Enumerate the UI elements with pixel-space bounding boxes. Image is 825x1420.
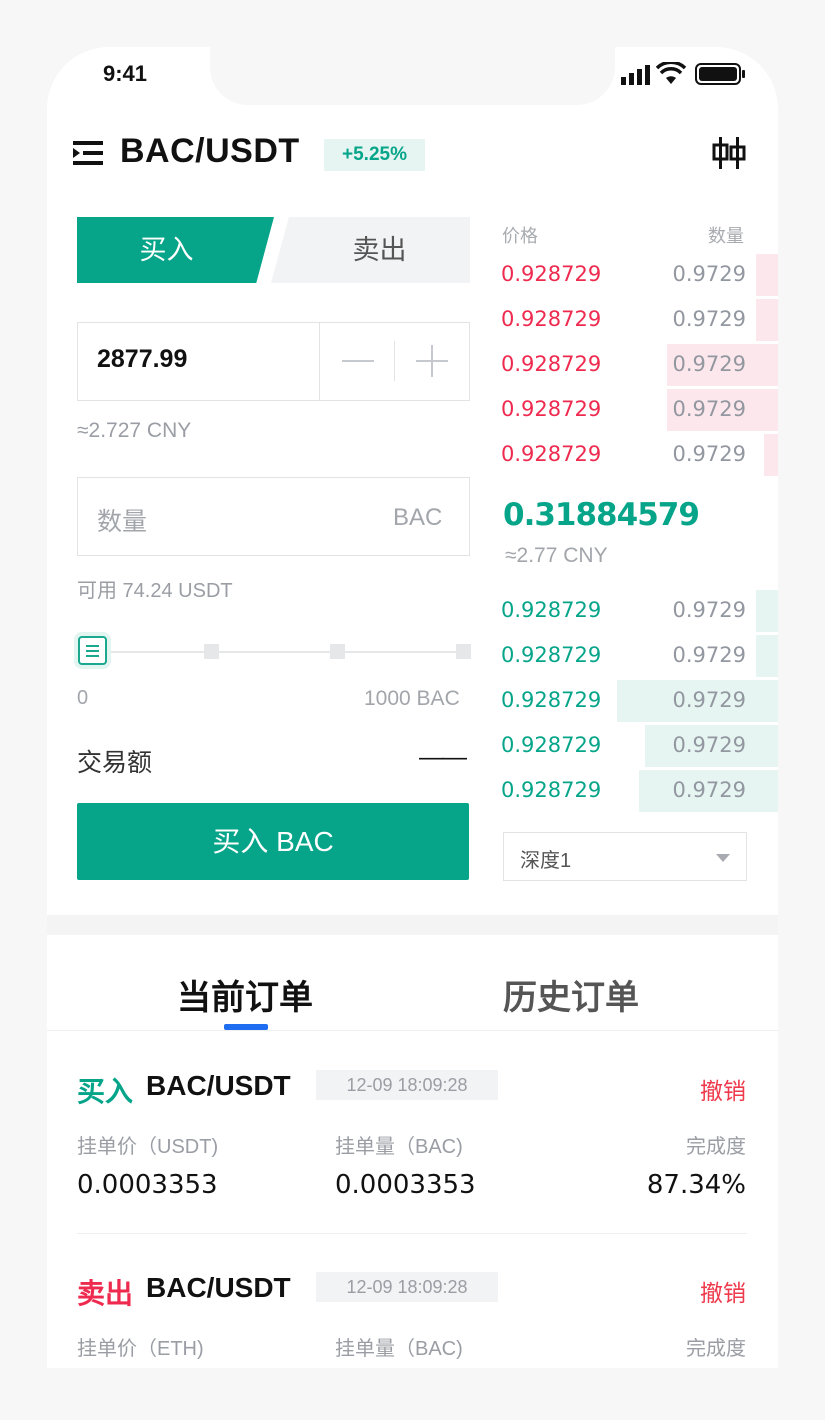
candlestick-icon[interactable] <box>712 137 746 169</box>
section-gap <box>47 915 778 935</box>
order-progress-label: 完成度 <box>686 1136 746 1158</box>
tab-history-orders[interactable]: 历史订单 <box>503 970 639 1019</box>
slider-tick[interactable] <box>330 644 345 659</box>
orderbook-price: 0.928729 <box>501 733 602 757</box>
app-screen: 9:41 BAC/USDT +5.25% 买入 卖出 2877.99 ≈2.72… <box>47 47 778 1368</box>
orderbook-qty: 0.9729 <box>672 643 746 667</box>
order-progress-label: 完成度 <box>686 1338 746 1360</box>
orderbook-qty: 0.9729 <box>672 598 746 622</box>
orderbook-qty-header: 数量 <box>708 226 744 246</box>
orderbook-row[interactable]: 0.928729 0.9729 <box>500 344 778 386</box>
pair-title[interactable]: BAC/USDT <box>120 132 300 171</box>
order-side: 卖出 <box>77 1278 134 1309</box>
orderbook-qty: 0.9729 <box>672 262 746 286</box>
minus-button[interactable] <box>322 325 392 397</box>
status-time: 9:41 <box>103 61 148 86</box>
menu-icon[interactable] <box>73 141 103 165</box>
orderbook-row[interactable]: 0.928729 0.9729 <box>500 389 778 431</box>
depth-select-value[interactable]: 深度1 <box>520 844 571 873</box>
slider-min-label: 0 <box>77 687 89 709</box>
depth-bar <box>755 590 778 632</box>
trade-amount-label: 交易额 <box>77 749 153 777</box>
order-progress-value: 87.34% <box>646 1170 746 1200</box>
depth-bar <box>755 299 778 341</box>
battery-icon <box>695 63 745 85</box>
order-qty-value: 0.0003353 <box>335 1170 476 1200</box>
orderbook-row[interactable]: 0.928729 0.9729 <box>500 725 778 767</box>
chevron-down-icon[interactable] <box>716 854 730 862</box>
cancel-order-button[interactable]: 撤销 <box>700 1072 746 1106</box>
amount-placeholder[interactable]: 数量 <box>97 502 147 538</box>
order-price-label: 挂单价（USDT) <box>77 1136 219 1158</box>
order-qty-label: 挂单量（BAC) <box>335 1136 463 1158</box>
order-side: 买入 <box>77 1076 134 1107</box>
divider <box>47 1030 778 1031</box>
order-price-value: 0.0003353 <box>77 1170 218 1200</box>
order-time: 12-09 18:09:28 <box>316 1272 498 1302</box>
divider <box>319 323 320 400</box>
orderbook-row[interactable]: 0.928729 0.9729 <box>500 254 778 296</box>
orderbook-qty: 0.9729 <box>672 307 746 331</box>
orderbook-qty: 0.9729 <box>672 688 746 712</box>
orderbook-row[interactable]: 0.928729 0.9729 <box>500 299 778 341</box>
last-price-cny: ≈2.77 CNY <box>505 544 608 567</box>
order-pair: BAC/USDT <box>146 1272 291 1303</box>
orderbook-row[interactable]: 0.928729 0.9729 <box>500 770 778 812</box>
phone-frame: 9:41 BAC/USDT +5.25% 买入 卖出 2877.99 ≈2.72… <box>0 0 825 1420</box>
tab-current-orders[interactable]: 当前订单 <box>177 970 313 1019</box>
orderbook-price: 0.928729 <box>501 643 602 667</box>
amount-unit: BAC <box>393 504 443 531</box>
order-price-label: 挂单价（ETH) <box>77 1338 204 1360</box>
orderbook-price: 0.928729 <box>501 397 602 421</box>
orderbook-price-header: 价格 <box>502 226 538 246</box>
slider-tick[interactable] <box>456 644 471 659</box>
orderbook-qty: 0.9729 <box>672 397 746 421</box>
orderbook-price: 0.928729 <box>501 262 602 286</box>
wifi-icon <box>656 62 686 84</box>
depth-bar <box>755 635 778 677</box>
equals-icon <box>86 645 99 657</box>
signal-icon <box>621 65 650 85</box>
orderbook-row[interactable]: 0.928729 0.9729 <box>500 635 778 677</box>
order-qty-label: 挂单量（BAC) <box>335 1338 463 1360</box>
price-cny-equivalent: ≈2.727 CNY <box>77 419 192 442</box>
slider-thumb[interactable] <box>78 636 107 665</box>
orderbook-row[interactable]: 0.928729 0.9729 <box>500 680 778 722</box>
plus-button[interactable] <box>397 325 467 397</box>
divider <box>77 1233 747 1234</box>
last-price: 0.31884579 <box>503 497 700 533</box>
orderbook-qty: 0.9729 <box>672 778 746 802</box>
orderbook-price: 0.928729 <box>501 442 602 466</box>
trade-amount-value: —— <box>419 743 467 771</box>
slider-max-label: 1000 BAC <box>364 687 460 710</box>
depth-bar <box>764 434 778 476</box>
change-badge: +5.25% <box>324 139 425 171</box>
orderbook-row[interactable]: 0.928729 0.9729 <box>500 434 778 476</box>
divider <box>394 341 395 381</box>
orderbook-price: 0.928729 <box>501 352 602 376</box>
available-balance: 可用 74.24 USDT <box>77 580 233 602</box>
notch <box>210 47 615 105</box>
orderbook-qty: 0.9729 <box>672 733 746 757</box>
orderbook-price: 0.928729 <box>501 598 602 622</box>
cancel-order-button[interactable]: 撤销 <box>700 1274 746 1308</box>
order-item: 买入 BAC/USDT 12-09 18:09:28 撤销 挂单价（USDT) … <box>47 1070 778 1270</box>
order-time: 12-09 18:09:28 <box>316 1070 498 1100</box>
tab-buy[interactable]: 买入 <box>77 217 274 283</box>
price-value[interactable]: 2877.99 <box>97 345 187 374</box>
order-item: 卖出 BAC/USDT 12-09 18:09:28 撤销 挂单价（ETH) 挂… <box>47 1272 778 1368</box>
orderbook-price: 0.928729 <box>501 688 602 712</box>
order-pair: BAC/USDT <box>146 1070 291 1101</box>
orderbook-qty: 0.9729 <box>672 352 746 376</box>
orderbook-row[interactable]: 0.928729 0.9729 <box>500 590 778 632</box>
tab-sell[interactable]: 卖出 <box>271 217 470 283</box>
slider-tick[interactable] <box>204 644 219 659</box>
buy-submit-button[interactable]: 买入 BAC <box>77 803 469 880</box>
depth-bar <box>755 254 778 296</box>
orderbook-price: 0.928729 <box>501 307 602 331</box>
orderbook-price: 0.928729 <box>501 778 602 802</box>
orderbook-qty: 0.9729 <box>672 442 746 466</box>
slider-track[interactable] <box>109 651 468 653</box>
